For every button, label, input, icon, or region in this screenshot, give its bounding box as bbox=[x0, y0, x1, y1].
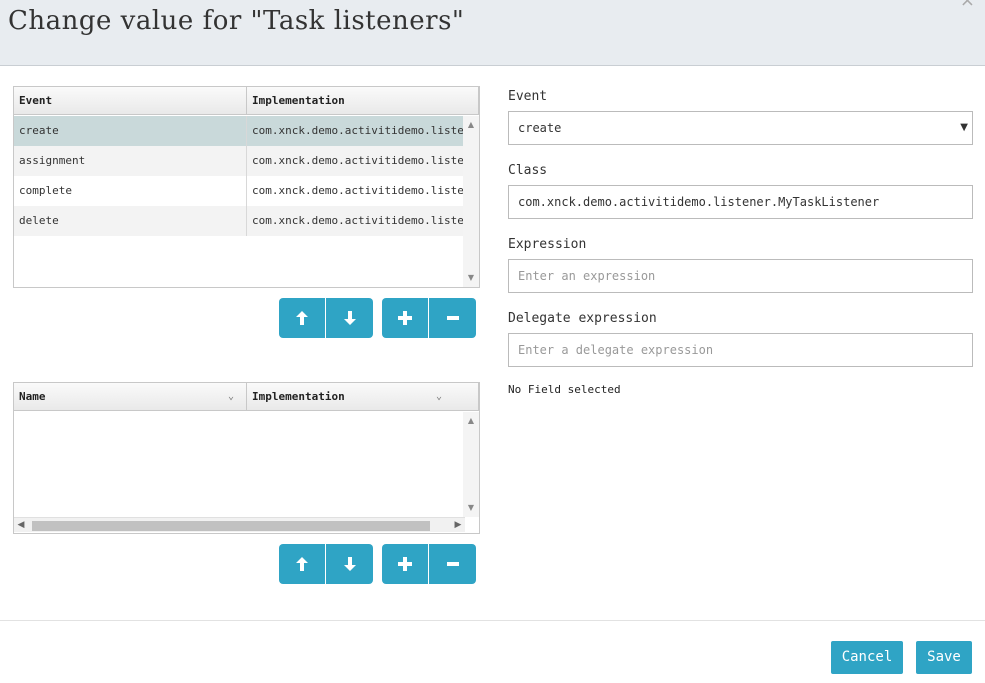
add-field-button[interactable] bbox=[382, 544, 429, 584]
implementation-cell: com.xnck.demo.activitidemo.listene·· bbox=[252, 184, 463, 197]
expression-input-placeholder: Enter an expression bbox=[518, 269, 656, 283]
dialog-title: Change value for "Task listeners" bbox=[8, 6, 465, 36]
expression-input[interactable]: Enter an expression bbox=[508, 259, 973, 293]
task-listeners-dialog: Change value for "Task listeners" × Even… bbox=[0, 0, 985, 683]
listeners-grid: Event Implementation create com.xnck.demo… bbox=[13, 86, 480, 288]
fields-grid-horizontal-scrollbar[interactable]: ◀ ▶ bbox=[14, 517, 465, 532]
fields-move-buttons bbox=[279, 544, 373, 584]
event-cell: create bbox=[14, 116, 247, 146]
delegate-expression-input[interactable]: Enter a delegate expression bbox=[508, 333, 973, 367]
event-select[interactable]: create ▼ bbox=[508, 111, 973, 145]
column-header-implementation[interactable]: Implementation bbox=[247, 87, 479, 115]
event-label: Event bbox=[508, 89, 548, 104]
chevron-down-icon[interactable]: ⌄ bbox=[228, 383, 234, 411]
scroll-right-icon[interactable]: ▶ bbox=[451, 518, 465, 533]
column-header-field-implementation[interactable]: Implementation ⌄ bbox=[247, 383, 479, 411]
chevron-down-icon[interactable]: ⌄ bbox=[436, 383, 442, 411]
event-cell: assignment bbox=[14, 146, 247, 176]
class-label: Class bbox=[508, 163, 548, 178]
horizontal-scroll-thumb[interactable] bbox=[32, 521, 430, 531]
delegate-expression-input-placeholder: Enter a delegate expression bbox=[518, 343, 714, 357]
scroll-up-icon[interactable]: ▲ bbox=[463, 118, 479, 132]
table-row[interactable]: delete com.xnck.demo.activitidemo.listene… bbox=[14, 206, 463, 236]
arrow-down-icon bbox=[343, 311, 356, 325]
delegate-expression-label: Delegate expression bbox=[508, 311, 657, 326]
dialog-header: Change value for "Task listeners" × bbox=[0, 0, 985, 66]
scroll-left-icon[interactable]: ◀ bbox=[14, 518, 28, 533]
remove-listener-button[interactable] bbox=[429, 298, 476, 338]
implementation-cell: com.xnck.demo.activitidemo.listene·· bbox=[252, 124, 463, 137]
arrow-up-icon bbox=[296, 557, 308, 571]
cancel-button[interactable]: Cancel bbox=[831, 641, 903, 674]
move-down-button[interactable] bbox=[326, 298, 373, 338]
save-button[interactable]: Save bbox=[916, 641, 972, 674]
fields-add-remove-buttons bbox=[382, 544, 476, 584]
table-row[interactable]: complete com.xnck.demo.activitidemo.liste… bbox=[14, 176, 463, 206]
table-row[interactable]: create com.xnck.demo.activitidemo.listene… bbox=[14, 116, 463, 146]
close-icon[interactable]: × bbox=[960, 0, 975, 11]
scroll-down-icon[interactable]: ▼ bbox=[463, 501, 479, 515]
column-header-field-implementation-label: Implementation bbox=[252, 390, 345, 403]
add-listener-button[interactable] bbox=[382, 298, 429, 338]
fields-grid-vertical-scrollbar[interactable]: ▲ ▼ bbox=[463, 412, 479, 517]
plus-icon bbox=[398, 311, 412, 325]
column-header-name-label: Name bbox=[19, 390, 46, 403]
event-cell: complete bbox=[14, 176, 247, 206]
minus-icon bbox=[446, 316, 459, 320]
listeners-grid-header: Event Implementation bbox=[14, 87, 479, 115]
expression-label: Expression bbox=[508, 237, 587, 252]
caret-down-icon: ▼ bbox=[960, 122, 968, 133]
scroll-up-icon[interactable]: ▲ bbox=[463, 414, 479, 428]
arrow-down-icon bbox=[343, 557, 356, 571]
event-select-value: create bbox=[518, 121, 562, 135]
move-up-button[interactable] bbox=[279, 298, 326, 338]
scroll-down-icon[interactable]: ▼ bbox=[463, 271, 479, 285]
listeners-add-remove-buttons bbox=[382, 298, 476, 338]
column-header-event[interactable]: Event bbox=[14, 87, 247, 115]
footer-divider bbox=[0, 620, 985, 621]
class-input[interactable]: com.xnck.demo.activitidemo.listener.MyTa… bbox=[508, 185, 973, 219]
fields-grid: Name ⌄ Implementation ⌄ ▲ ▼ ◀ ▶ bbox=[13, 382, 480, 534]
move-field-up-button[interactable] bbox=[279, 544, 326, 584]
event-cell: delete bbox=[14, 206, 247, 236]
plus-icon bbox=[398, 557, 412, 571]
listeners-move-buttons bbox=[279, 298, 373, 338]
column-header-name[interactable]: Name ⌄ bbox=[14, 383, 247, 411]
implementation-cell: com.xnck.demo.activitidemo.listene·· bbox=[252, 214, 463, 227]
implementation-cell: com.xnck.demo.activitidemo.listene·· bbox=[252, 154, 463, 167]
move-field-down-button[interactable] bbox=[326, 544, 373, 584]
fields-grid-header: Name ⌄ Implementation ⌄ bbox=[14, 383, 479, 411]
listeners-grid-vertical-scrollbar[interactable]: ▲ ▼ bbox=[463, 116, 479, 287]
arrow-up-icon bbox=[296, 311, 308, 325]
minus-icon bbox=[446, 562, 459, 566]
remove-field-button[interactable] bbox=[429, 544, 476, 584]
class-input-value: com.xnck.demo.activitidemo.listener.MyTa… bbox=[518, 195, 880, 209]
no-field-selected-text: No Field selected bbox=[508, 383, 621, 396]
table-row[interactable]: assignment com.xnck.demo.activitidemo.lis… bbox=[14, 146, 463, 176]
